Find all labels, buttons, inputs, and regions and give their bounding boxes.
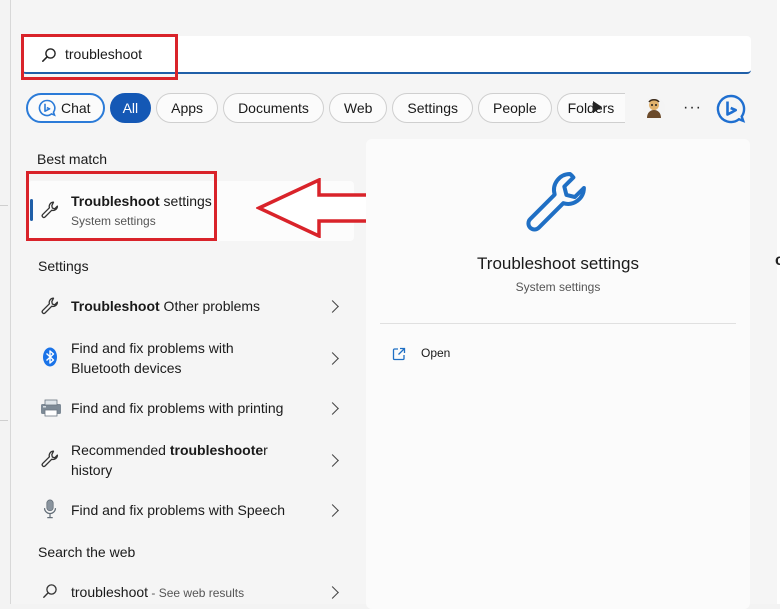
background-edge-mark bbox=[0, 420, 8, 421]
chevron-right-icon bbox=[326, 454, 339, 467]
chevron-right-icon bbox=[326, 300, 339, 313]
chip-settings[interactable]: Settings bbox=[392, 93, 474, 123]
settings-item-label: Recommended troubleshooter history bbox=[71, 440, 268, 480]
settings-item-recommended-history[interactable]: Recommended troubleshooter history bbox=[28, 438, 354, 482]
chip-documents-label: Documents bbox=[238, 100, 309, 116]
wrench-icon bbox=[41, 297, 59, 315]
chip-people-label: People bbox=[493, 100, 537, 116]
chip-settings-label: Settings bbox=[407, 100, 459, 116]
search-web-heading: Search the web bbox=[38, 544, 136, 560]
wrench-icon bbox=[41, 450, 59, 468]
chip-folders-label: Folders bbox=[567, 100, 615, 116]
settings-item-label: Find and fix problems with Bluetooth dev… bbox=[71, 338, 234, 378]
settings-item-label-pre: Recommended bbox=[71, 442, 170, 458]
settings-item-label-post: r bbox=[263, 442, 268, 458]
search-highlight-box bbox=[21, 34, 178, 80]
settings-item-label-line1: Find and fix problems with bbox=[71, 340, 234, 356]
chip-people[interactable]: People bbox=[478, 93, 552, 123]
user-avatar-icon[interactable] bbox=[642, 96, 666, 120]
web-result-label: troubleshoot - See web results bbox=[71, 582, 244, 603]
chip-web-label: Web bbox=[343, 100, 373, 116]
preview-pane: Troubleshoot settings System settings Op… bbox=[366, 139, 750, 609]
settings-item-label-line2: history bbox=[71, 462, 113, 478]
preview-subtitle: System settings bbox=[515, 280, 601, 294]
wrench-icon bbox=[526, 172, 586, 232]
search-icon bbox=[43, 584, 57, 598]
microphone-icon bbox=[43, 499, 57, 519]
settings-item-label-bold: Troubleshoot bbox=[71, 298, 160, 314]
best-match-highlight-box bbox=[26, 171, 217, 241]
web-result-query: troubleshoot bbox=[71, 584, 149, 600]
open-external-icon bbox=[392, 347, 406, 361]
chip-apps[interactable]: Apps bbox=[156, 93, 219, 123]
chip-web[interactable]: Web bbox=[328, 93, 388, 123]
chip-chat[interactable]: Chat bbox=[26, 93, 105, 123]
preview-title: Troubleshoot settings bbox=[477, 254, 639, 273]
settings-item-label-bold: troubleshoote bbox=[169, 442, 264, 458]
chip-all[interactable]: All bbox=[109, 93, 152, 123]
settings-item-label: Troubleshoot Other problems bbox=[71, 296, 260, 316]
chevron-right-icon bbox=[326, 586, 339, 599]
chip-chat-label: Chat bbox=[61, 100, 91, 116]
background-edge-mark bbox=[0, 205, 8, 206]
chevron-right-icon bbox=[326, 504, 339, 517]
settings-item-speech[interactable]: Find and fix problems with Speech bbox=[28, 496, 354, 524]
bing-copilot-icon[interactable] bbox=[715, 93, 747, 125]
more-options-icon[interactable]: ··· bbox=[683, 99, 702, 117]
settings-item-bluetooth[interactable]: Find and fix problems with Bluetooth dev… bbox=[28, 336, 354, 380]
printer-icon bbox=[41, 399, 61, 417]
settings-heading: Settings bbox=[38, 258, 89, 274]
web-result-item[interactable]: troubleshoot - See web results bbox=[28, 578, 354, 604]
settings-item-label: Find and fix problems with printing bbox=[71, 400, 284, 416]
scroll-right-icon[interactable] bbox=[593, 101, 602, 113]
open-label: Open bbox=[421, 346, 451, 360]
settings-item-label-line2: Bluetooth devices bbox=[71, 360, 182, 376]
settings-item-label: Find and fix problems with Speech bbox=[71, 502, 285, 518]
web-result-hint: - See web results bbox=[148, 586, 245, 600]
chip-documents[interactable]: Documents bbox=[223, 93, 324, 123]
chevron-right-icon bbox=[326, 402, 339, 415]
chip-folders[interactable]: Folders bbox=[556, 93, 625, 123]
settings-item-printing[interactable]: Find and fix problems with printing bbox=[28, 394, 354, 422]
chip-apps-label: Apps bbox=[171, 100, 204, 116]
best-match-heading: Best match bbox=[37, 151, 108, 167]
chevron-right-icon bbox=[326, 352, 339, 365]
chip-all-label: All bbox=[122, 100, 139, 116]
bing-chat-icon bbox=[38, 99, 56, 117]
preview-divider bbox=[380, 323, 736, 324]
settings-item-troubleshoot-other[interactable]: Troubleshoot Other problems bbox=[28, 292, 354, 320]
filter-bar: Chat All Apps Documents Web Settings Peo… bbox=[26, 92, 630, 124]
settings-item-label-rest: Other problems bbox=[159, 298, 261, 314]
background-edge-glyph: c bbox=[775, 252, 780, 269]
bluetooth-icon bbox=[43, 347, 57, 367]
